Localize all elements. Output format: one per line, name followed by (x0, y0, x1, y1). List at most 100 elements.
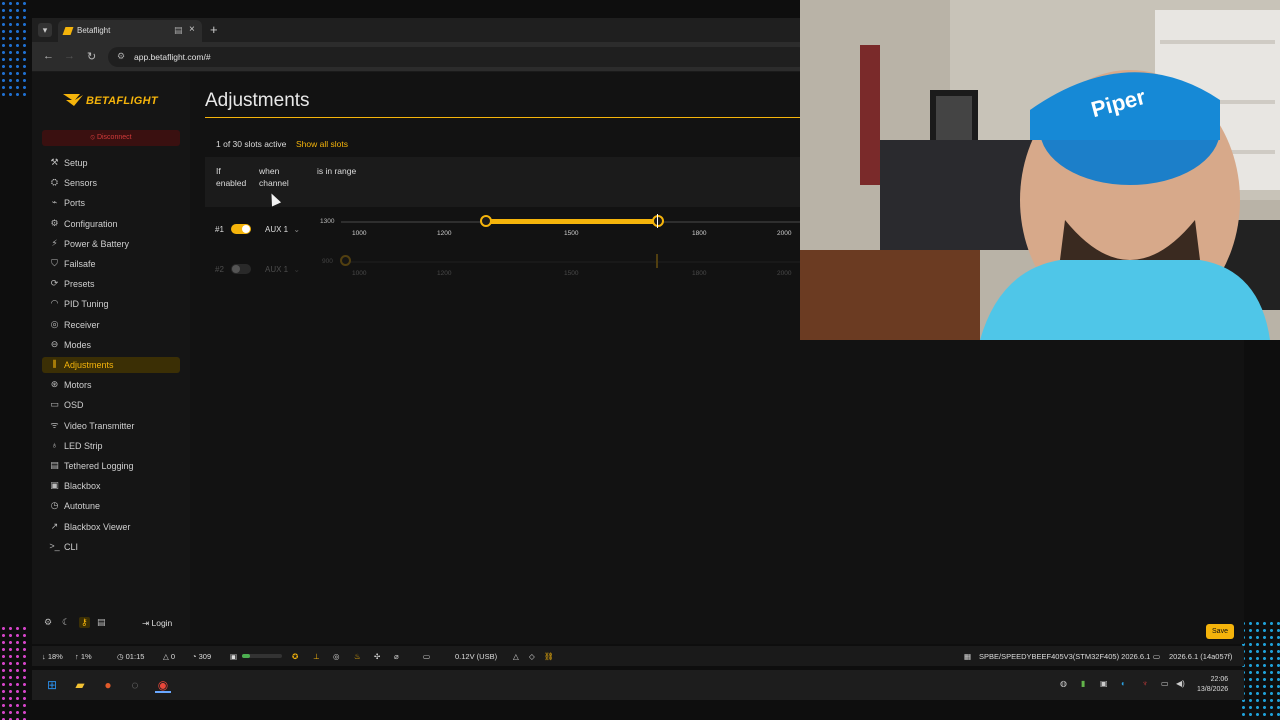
firefox-icon[interactable]: ● (100, 677, 116, 693)
tray-edge-icon[interactable]: ◐ (1121, 679, 1126, 688)
tray-app-icon[interactable]: ◍ (1060, 679, 1067, 688)
decorative-dots (0, 0, 26, 100)
channel-select[interactable]: AUX 1 ⌄ (265, 225, 300, 234)
reload-icon[interactable]: ↻ (87, 50, 96, 63)
chevron-down-icon: ⌄ (293, 225, 301, 234)
header-enabled-line1: If (216, 166, 221, 176)
back-icon[interactable]: ← (43, 50, 54, 62)
disconnect-button[interactable]: ⦸ Disconnect (42, 130, 180, 146)
autotune-icon: ◷ (50, 500, 59, 511)
system-clock[interactable]: 22:06 13/8/2026 (1197, 675, 1228, 695)
nvidia-icon[interactable]: ▮ (1081, 679, 1085, 688)
sidebar-item-power-battery[interactable]: ⚡ Power & Battery (42, 236, 180, 252)
save-button[interactable]: Save (1206, 624, 1234, 639)
tab-list-icon[interactable]: ▾ (38, 23, 52, 37)
sidebar-item-adjustments[interactable]: ⫼ Adjustments (42, 357, 180, 373)
current-channel-marker (656, 254, 659, 268)
sidebar-item-cli[interactable]: >_ CLI (42, 539, 180, 555)
app-icon[interactable]: ◌ (127, 677, 143, 693)
windows-start-icon[interactable]: ⊞ (44, 677, 60, 693)
battery-icon: ⚡ (51, 237, 58, 248)
sidebar-item-label: Receiver (64, 319, 100, 330)
sidebar-item-blackbox-viewer[interactable]: ↗ Blackbox Viewer (42, 519, 180, 535)
sidebar-item-label: Tethered Logging (64, 461, 134, 471)
site-info-icon[interactable]: ⚙ (117, 51, 125, 62)
show-all-slots-link[interactable]: Show all slots (296, 139, 348, 149)
sidebar-item-label: Motors (64, 380, 92, 391)
toggle-knob (232, 265, 240, 273)
slots-active-text: 1 of 30 slots active (216, 139, 287, 149)
address-bar[interactable] (108, 47, 808, 67)
sidebar-item-led-strip[interactable]: ♁ LED Strip (42, 438, 180, 454)
sidebar-item-modes[interactable]: ⊖ Modes (42, 337, 180, 353)
sidebar-item-video-transmitter[interactable]: ᯤ Video Transmitter (42, 418, 180, 434)
range-min-label: 1300 (320, 218, 335, 225)
sidebar-item-motors[interactable]: ⊛ Motors (42, 377, 180, 393)
timer-value: 01:15 (125, 652, 145, 661)
current-channel-marker (657, 214, 659, 228)
terminal-icon: >_ (49, 540, 60, 551)
ports-icon: ⌁ (51, 197, 58, 208)
mic-icon[interactable]: ♆ (1142, 679, 1148, 688)
range-tick-label: 1000 (352, 230, 367, 237)
login-button[interactable]: ⇥ Login (142, 618, 172, 629)
sidebar-item-pid-tuning[interactable]: ◠ PID Tuning (42, 296, 180, 312)
sidebar-item-blackbox[interactable]: ▣ Blackbox (42, 478, 180, 494)
slot-enable-toggle[interactable] (231, 224, 251, 234)
slot-number: #2 (215, 265, 224, 274)
forward-icon[interactable]: → (64, 50, 75, 62)
sidebar-item-label: Configuration (64, 218, 118, 229)
new-tab-icon[interactable]: + (210, 22, 218, 37)
bulb-icon: ♁ (51, 439, 58, 450)
sidebar-item-osd[interactable]: ▭ OSD (42, 397, 180, 413)
screen: ▾ Betaflight ▤ × + ← → ↻ ⚙ app.betafligh… (0, 0, 1280, 720)
antenna-icon: ᯤ (50, 419, 59, 430)
sidebar-item-ports[interactable]: ⌁ Ports (42, 195, 180, 211)
sidebar-item-label: Setup (64, 158, 88, 168)
close-tab-icon[interactable]: × (189, 24, 195, 35)
channel-value: AUX 1 (265, 225, 289, 234)
tray-box-icon[interactable]: ▣ (1100, 679, 1108, 688)
sidebar-item-setup[interactable]: ⚒ Setup (42, 155, 180, 171)
volume-icon[interactable]: ◀) (1176, 679, 1185, 688)
range-handle[interactable] (340, 255, 351, 266)
expert-mode-icon[interactable]: ⚷ (79, 617, 90, 628)
sidebar-item-label: Sensors (64, 178, 98, 189)
sidebar-item-sensors[interactable]: ⛭ Sensors (42, 175, 180, 191)
sidebar-item-failsafe[interactable]: ⛉ Failsafe (42, 256, 180, 272)
theme-moon-icon[interactable]: ☾ (62, 617, 70, 628)
range-tick-label: 1200 (437, 230, 452, 237)
sidebar-item-tethered-logging[interactable]: ▤ Tethered Logging (42, 458, 180, 474)
tab-extension-icon[interactable]: ▤ (174, 25, 183, 36)
shield-icon: ⛉ (51, 258, 58, 268)
docs-icon[interactable]: ▤ (97, 617, 106, 628)
channel-value: AUX 1 (265, 265, 289, 274)
clock-date: 13/8/2026 (1197, 686, 1229, 693)
sidebar-item-presets[interactable]: ⟳ Presets (42, 276, 180, 292)
sidebar-item-label: Blackbox (64, 481, 101, 492)
url-text[interactable]: app.betaflight.com/# (134, 52, 211, 62)
warnings-value: 0 (170, 652, 176, 661)
sidebar-item-receiver[interactable]: ◎ Receiver (42, 317, 180, 333)
range-track[interactable] (341, 261, 800, 263)
browser-tab[interactable]: Betaflight ▤ × (58, 20, 202, 42)
sidebar-item-autotune[interactable]: ◷ Autotune (42, 498, 180, 514)
osd-icon: ▭ (50, 399, 59, 410)
shield-status-icon: ◇ (529, 652, 535, 661)
sidebar-item-configuration[interactable]: ⚙ Configuration (42, 216, 180, 232)
chart-icon: ↗ (50, 520, 59, 531)
cpu-up-stat: ↑ 1% (75, 652, 92, 661)
sidebar-item-label: Video Transmitter (64, 420, 135, 431)
file-explorer-icon[interactable]: ▰ (72, 677, 88, 693)
display-icon[interactable]: ▭ (1161, 679, 1169, 688)
sidebar-item-label: PID Tuning (64, 299, 109, 310)
version-info: 2026.6.1 (14a057f) (1169, 652, 1233, 661)
cpu-up-value: 1% (80, 652, 92, 661)
settings-gear-icon[interactable]: ⚙ (44, 617, 52, 628)
toggle-knob (242, 225, 250, 233)
slot-enable-toggle[interactable] (231, 264, 251, 274)
channel-select[interactable]: AUX 1 ⌄ (265, 265, 300, 274)
betaflight-logo-icon (63, 94, 83, 106)
sidebar-item-label: Failsafe (64, 259, 96, 269)
chrome-icon[interactable]: ◉ (155, 677, 171, 693)
